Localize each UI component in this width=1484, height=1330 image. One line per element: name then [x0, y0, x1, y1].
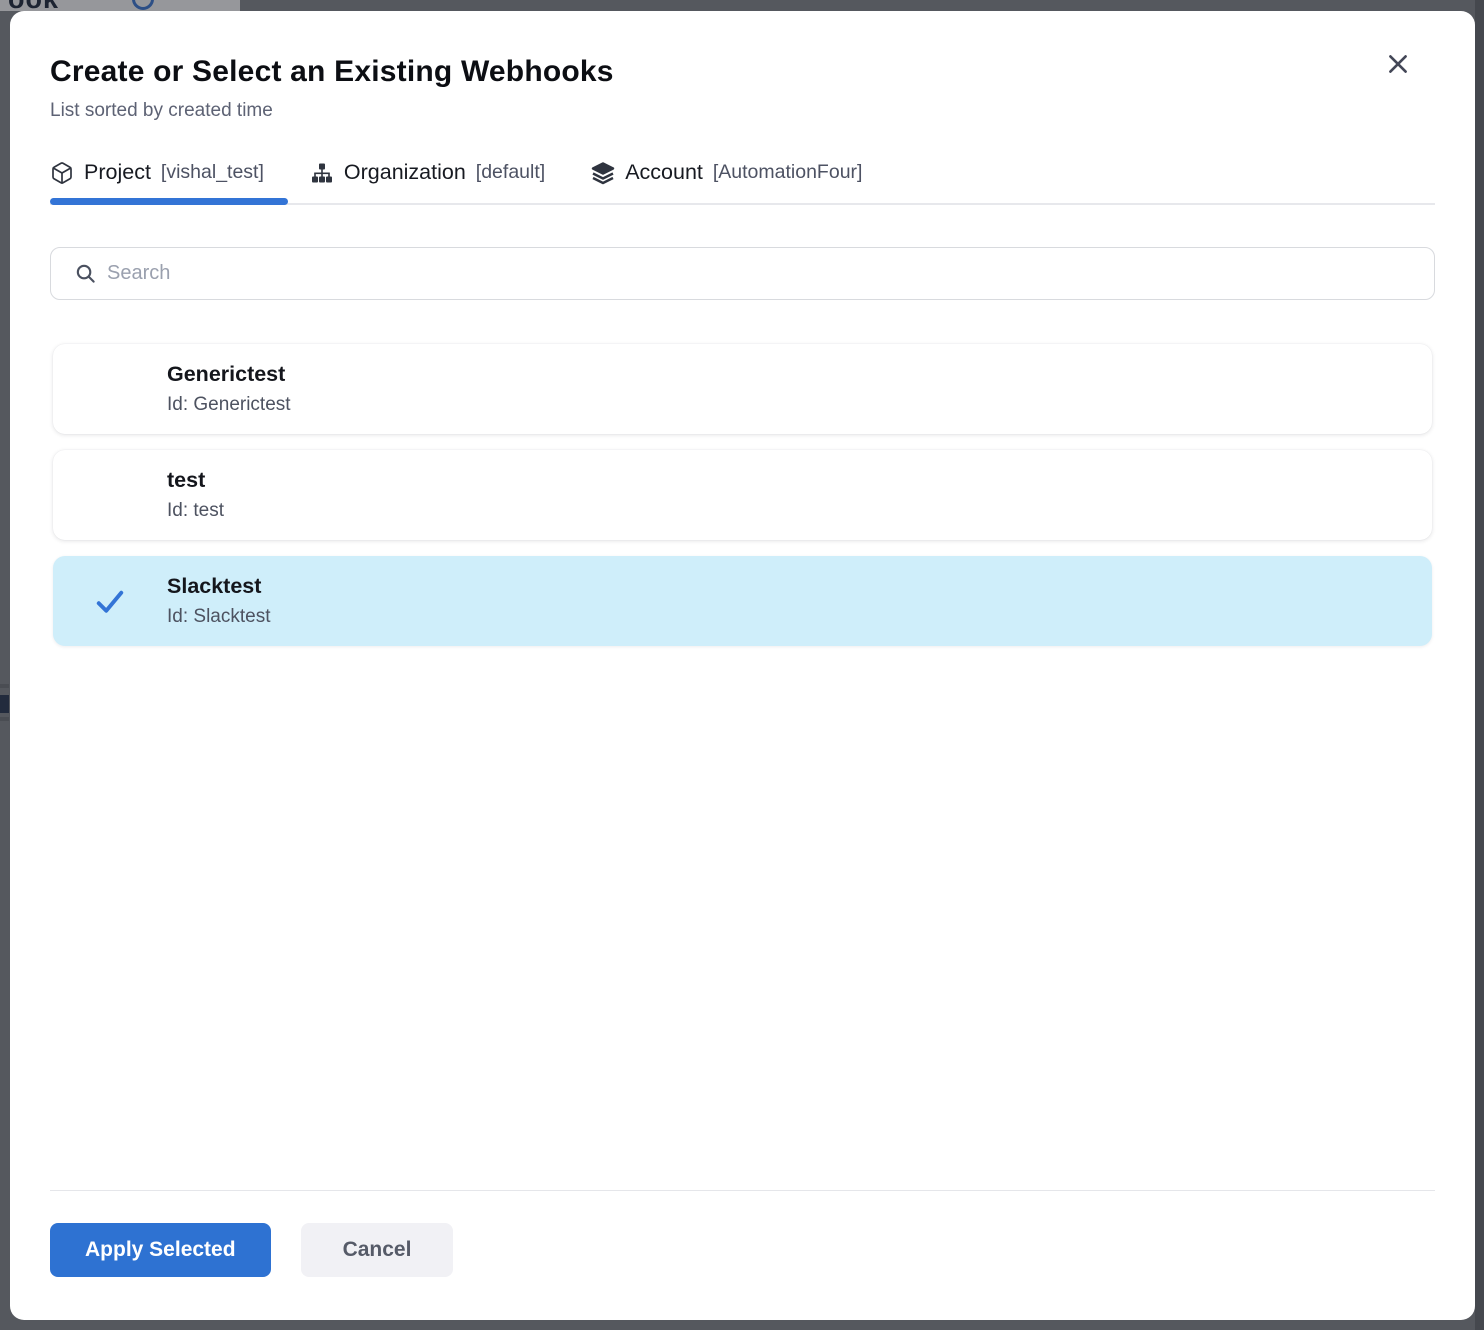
tab-account-label: Account — [625, 160, 703, 185]
modal-footer: Apply Selected Cancel — [50, 1190, 1435, 1320]
webhook-title: Generictest — [167, 362, 291, 387]
backdrop-left-block — [0, 695, 9, 713]
list-item-generictest[interactable]: Generictest Id: Generictest — [53, 344, 1432, 434]
webhook-title: Slacktest — [167, 574, 271, 599]
cancel-button[interactable]: Cancel — [301, 1223, 454, 1277]
webhook-list: Generictest Id: Generictest test Id: tes… — [50, 344, 1435, 1190]
tab-project-context: [vishal_test] — [161, 161, 264, 184]
backdrop-page-strip: ook — [0, 0, 240, 11]
row-check-zone — [53, 583, 167, 619]
close-icon — [1385, 51, 1411, 77]
backdrop-right-strip — [1475, 0, 1484, 1330]
scope-tabs: Project [vishal_test] Organization [defa… — [50, 156, 1435, 205]
layers-icon — [591, 161, 615, 185]
tab-project-label: Project — [84, 160, 151, 185]
backdrop-left-line — [0, 717, 9, 721]
tab-account-context: [AutomationFour] — [713, 161, 863, 184]
tab-organization[interactable]: Organization [default] — [310, 156, 547, 203]
cube-icon — [50, 161, 74, 185]
info-circle-icon — [132, 0, 154, 10]
webhook-title: test — [167, 468, 224, 493]
list-item-slacktest[interactable]: Slacktest Id: Slacktest — [53, 556, 1432, 646]
webhook-id: Id: Generictest — [167, 394, 291, 416]
backdrop-left-line — [0, 684, 9, 688]
webhook-id: Id: Slacktest — [167, 606, 271, 628]
check-icon — [92, 583, 128, 619]
close-button[interactable] — [1381, 47, 1415, 81]
tab-project[interactable]: Project [vishal_test] — [50, 156, 266, 203]
search-box — [50, 247, 1435, 300]
webhook-id: Id: test — [167, 500, 224, 522]
modal-header: Create or Select an Existing Webhooks Li… — [50, 11, 1435, 122]
tab-organization-context: [default] — [476, 161, 545, 184]
modal-title: Create or Select an Existing Webhooks — [50, 55, 1435, 89]
modal-subtitle: List sorted by created time — [50, 100, 1435, 122]
webhooks-modal: Create or Select an Existing Webhooks Li… — [10, 11, 1475, 1320]
apply-selected-button[interactable]: Apply Selected — [50, 1223, 271, 1277]
backdrop-page-text-fragment: ook — [8, 0, 59, 11]
search-icon — [74, 262, 97, 285]
search-input[interactable] — [107, 262, 1418, 285]
org-chart-icon — [310, 161, 334, 185]
list-item-test[interactable]: test Id: test — [53, 450, 1432, 540]
tab-account[interactable]: Account [AutomationFour] — [591, 156, 864, 203]
tab-organization-label: Organization — [344, 160, 466, 185]
